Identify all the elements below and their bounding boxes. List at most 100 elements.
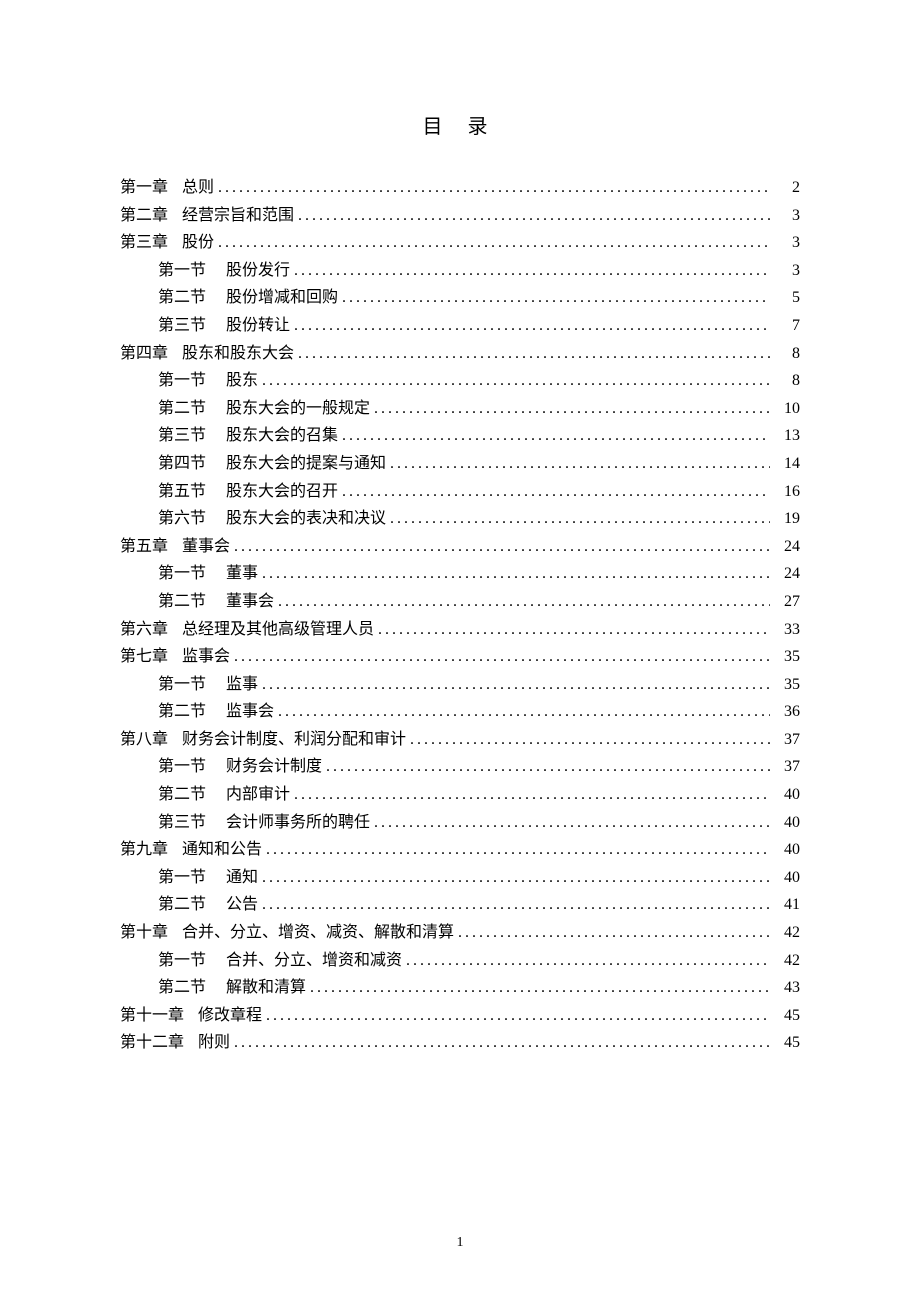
entry-page-number: 37 — [774, 727, 800, 753]
entry-prefix: 第二节 — [158, 975, 226, 1001]
leader-dots — [374, 396, 770, 422]
leader-dots — [266, 1003, 770, 1029]
entry-page-number: 14 — [774, 451, 800, 477]
leader-dots — [234, 1030, 770, 1056]
leader-dots — [342, 423, 770, 449]
toc-section-entry: 第二节监事会36 — [120, 699, 800, 725]
entry-name: 股东 — [226, 368, 258, 394]
toc-section-entry: 第三节股东大会的召集13 — [120, 423, 800, 449]
toc-section-entry: 第二节公告41 — [120, 892, 800, 918]
entry-prefix: 第十章 — [120, 920, 182, 946]
entry-name: 合并、分立、增资和减资 — [226, 948, 402, 974]
document-page: 目 录 第一章总则2第二章经营宗旨和范围3第三章股份3第一节股份发行3第二节股份… — [0, 0, 920, 1056]
toc-chapter-entry: 第二章经营宗旨和范围 3 — [120, 203, 800, 229]
table-of-contents: 第一章总则2第二章经营宗旨和范围3第三章股份3第一节股份发行3第二节股份增减和回… — [120, 175, 800, 1056]
toc-section-entry: 第一节股东 8 — [120, 368, 800, 394]
entry-name: 修改章程 — [198, 1003, 262, 1029]
toc-section-entry: 第二节内部审计 40 — [120, 782, 800, 808]
leader-dots — [298, 203, 770, 229]
entry-name: 股东大会的提案与通知 — [226, 451, 386, 477]
toc-chapter-entry: 第七章监事会35 — [120, 644, 800, 670]
entry-name: 财务会计制度 — [226, 754, 322, 780]
toc-chapter-entry: 第五章董事会24 — [120, 534, 800, 560]
toc-section-entry: 第一节股份发行 3 — [120, 258, 800, 284]
entry-prefix: 第三节 — [158, 313, 226, 339]
entry-page-number: 40 — [774, 837, 800, 863]
entry-name: 监事会 — [182, 644, 230, 670]
entry-prefix: 第一节 — [158, 948, 226, 974]
entry-page-number: 40 — [774, 865, 800, 891]
entry-page-number: 5 — [774, 285, 800, 311]
entry-prefix: 第二节 — [158, 589, 226, 615]
leader-dots — [218, 230, 770, 256]
entry-page-number: 16 — [774, 479, 800, 505]
leader-dots — [262, 892, 770, 918]
toc-section-entry: 第三节股份转让7 — [120, 313, 800, 339]
entry-page-number: 43 — [774, 975, 800, 1001]
entry-page-number: 13 — [774, 423, 800, 449]
entry-name: 通知和公告 — [182, 837, 262, 863]
entry-name: 合并、分立、增资、减资、解散和清算 — [182, 920, 454, 946]
entry-name: 解散和清算 — [226, 975, 306, 1001]
entry-prefix: 第十二章 — [120, 1030, 198, 1056]
entry-page-number: 3 — [774, 203, 800, 229]
toc-section-entry: 第一节通知40 — [120, 865, 800, 891]
toc-section-entry: 第三节会计师事务所的聘任40 — [120, 810, 800, 836]
entry-name: 公告 — [226, 892, 258, 918]
toc-chapter-entry: 第六章总经理及其他高级管理人员33 — [120, 617, 800, 643]
entry-prefix: 第二章 — [120, 203, 182, 229]
entry-name: 附则 — [198, 1030, 230, 1056]
leader-dots — [326, 754, 770, 780]
entry-page-number: 19 — [774, 506, 800, 532]
entry-prefix: 第一节 — [158, 754, 226, 780]
entry-page-number: 36 — [774, 699, 800, 725]
toc-section-entry: 第一节监事35 — [120, 672, 800, 698]
entry-prefix: 第三节 — [158, 810, 226, 836]
entry-prefix: 第八章 — [120, 727, 182, 753]
toc-chapter-entry: 第八章财务会计制度、利润分配和审计 37 — [120, 727, 800, 753]
leader-dots — [390, 451, 770, 477]
toc-chapter-entry: 第三章股份3 — [120, 230, 800, 256]
toc-section-entry: 第一节财务会计制度37 — [120, 754, 800, 780]
entry-page-number: 42 — [774, 920, 800, 946]
entry-prefix: 第二节 — [158, 699, 226, 725]
entry-prefix: 第一节 — [158, 258, 226, 284]
leader-dots — [374, 810, 770, 836]
entry-name: 通知 — [226, 865, 258, 891]
entry-page-number: 8 — [774, 341, 800, 367]
page-number-footer: 1 — [0, 1235, 920, 1251]
entry-name: 内部审计 — [226, 782, 290, 808]
entry-page-number: 2 — [774, 175, 800, 201]
entry-prefix: 第二节 — [158, 782, 226, 808]
entry-page-number: 40 — [774, 782, 800, 808]
entry-page-number: 3 — [774, 258, 800, 284]
entry-page-number: 24 — [774, 534, 800, 560]
leader-dots — [342, 479, 770, 505]
leader-dots — [266, 837, 770, 863]
entry-prefix: 第三节 — [158, 423, 226, 449]
entry-name: 股份 — [182, 230, 214, 256]
entry-page-number: 27 — [774, 589, 800, 615]
entry-name: 董事会 — [182, 534, 230, 560]
toc-chapter-entry: 第九章通知和公告40 — [120, 837, 800, 863]
leader-dots — [458, 920, 770, 946]
entry-name: 股份发行 — [226, 258, 290, 284]
leader-dots — [262, 561, 770, 587]
toc-chapter-entry: 第十二章附则 45 — [120, 1030, 800, 1056]
leader-dots — [234, 534, 770, 560]
entry-name: 股东大会的表决和决议 — [226, 506, 386, 532]
leader-dots — [406, 948, 770, 974]
entry-prefix: 第一节 — [158, 368, 226, 394]
entry-page-number: 41 — [774, 892, 800, 918]
entry-page-number: 35 — [774, 672, 800, 698]
entry-name: 经营宗旨和范围 — [182, 203, 294, 229]
leader-dots — [278, 589, 770, 615]
entry-prefix: 第一章 — [120, 175, 182, 201]
entry-name: 总则 — [182, 175, 214, 201]
entry-page-number: 45 — [774, 1030, 800, 1056]
leader-dots — [298, 341, 770, 367]
entry-name: 股东和股东大会 — [182, 341, 294, 367]
entry-name: 财务会计制度、利润分配和审计 — [182, 727, 406, 753]
entry-page-number: 8 — [774, 368, 800, 394]
toc-title: 目 录 — [120, 110, 800, 139]
